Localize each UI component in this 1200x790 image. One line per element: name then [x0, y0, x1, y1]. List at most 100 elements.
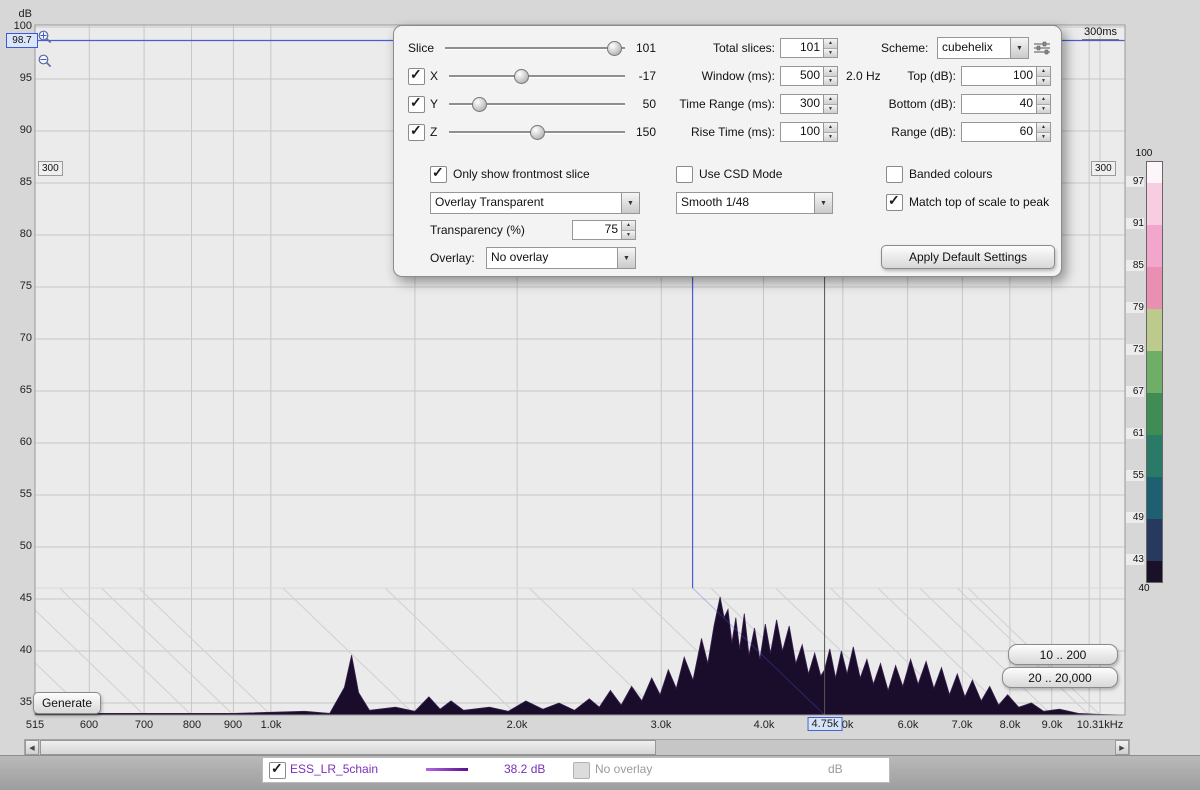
colorbar-segment — [1147, 267, 1162, 309]
overlay-select[interactable]: No overlay — [486, 247, 636, 269]
zoom-y-icon[interactable] — [37, 53, 53, 69]
colorbar-tick-label: 79 — [1126, 302, 1144, 313]
rise-time-value[interactable]: 100 — [781, 123, 823, 141]
csd-mode-checkbox[interactable] — [676, 166, 693, 183]
scroll-left-icon[interactable] — [25, 740, 39, 755]
frontmost-slice-label: Only show frontmost slice — [453, 167, 590, 181]
bottom-db-spinner[interactable]: 40 — [961, 94, 1051, 114]
db-tick-label: 70 — [2, 332, 32, 344]
bottom-db-value[interactable]: 40 — [962, 95, 1036, 113]
transparency-value[interactable]: 75 — [573, 221, 621, 239]
range-db-spinner[interactable]: 60 — [961, 122, 1051, 142]
smoothing-value: Smooth 1/48 — [677, 193, 814, 213]
measurement-checkbox[interactable] — [269, 762, 286, 779]
rise-time-label: Rise Time (ms): — [676, 125, 775, 139]
legend-overlay-checkbox[interactable] — [573, 762, 590, 779]
scrollbar-thumb[interactable] — [40, 740, 656, 755]
db-tick-label: 85 — [2, 176, 32, 188]
bottom-db-label: Bottom (dB): — [881, 97, 956, 111]
scheme-select[interactable]: cubehelix — [937, 37, 1029, 59]
z-axis-checkbox[interactable] — [408, 124, 425, 141]
spinner-up-icon[interactable] — [824, 67, 837, 77]
spinner-down-icon[interactable] — [824, 105, 837, 114]
db-tick-label: 100 — [2, 20, 32, 32]
slider-knob[interactable] — [530, 125, 545, 140]
chevron-down-icon[interactable] — [621, 193, 639, 213]
freq-tick-label: 2.0k — [507, 719, 528, 731]
total-slices-value[interactable]: 101 — [781, 39, 823, 57]
scroll-right-icon[interactable] — [1115, 740, 1129, 755]
colorbar-scale: 97918579736761554943 — [1126, 161, 1164, 581]
spinner-up-icon[interactable] — [622, 221, 635, 231]
slice-value: 101 — [630, 41, 656, 55]
range-bass-button[interactable]: 10 .. 200 — [1008, 644, 1118, 665]
top-db-value[interactable]: 100 — [962, 67, 1036, 85]
slider-track — [449, 75, 625, 77]
banded-colours-checkbox[interactable] — [886, 166, 903, 183]
csd-mode-label: Use CSD Mode — [699, 167, 782, 181]
rise-time-spinner[interactable]: 100 — [780, 122, 838, 142]
z-slider[interactable] — [449, 123, 625, 141]
spinner-down-icon[interactable] — [622, 231, 635, 240]
x-axis-checkbox[interactable] — [408, 68, 425, 85]
slice-slider[interactable] — [445, 39, 625, 57]
legend-unit-label: dB — [828, 762, 843, 776]
time-range-spinner[interactable]: 300 — [780, 94, 838, 114]
frontmost-slice-checkbox[interactable] — [430, 166, 447, 183]
scheme-settings-icon[interactable] — [1033, 41, 1053, 56]
colorbar-tick-label: 55 — [1126, 470, 1144, 481]
horizontal-scrollbar[interactable] — [24, 739, 1130, 756]
range-db-value[interactable]: 60 — [962, 123, 1036, 141]
colorbar-segment — [1147, 183, 1162, 225]
slider-knob[interactable] — [514, 69, 529, 84]
spinner-down-icon[interactable] — [1037, 105, 1050, 114]
total-slices-spinner[interactable]: 101 — [780, 38, 838, 58]
spinner-down-icon[interactable] — [824, 49, 837, 58]
time-axis-left-label: 300 — [38, 161, 63, 176]
smoothing-select[interactable]: Smooth 1/48 — [676, 192, 833, 214]
slider-knob[interactable] — [472, 97, 487, 112]
x-slider[interactable] — [449, 67, 625, 85]
match-top-checkbox[interactable] — [886, 194, 903, 211]
freq-tick-label: 3.0k — [651, 719, 672, 731]
apply-defaults-button[interactable]: Apply Default Settings — [881, 245, 1055, 269]
freq-tick-label: 700 — [135, 719, 153, 731]
window-value[interactable]: 500 — [781, 67, 823, 85]
time-range-value[interactable]: 300 — [781, 95, 823, 113]
spinner-up-icon[interactable] — [824, 95, 837, 105]
spinner-down-icon[interactable] — [1037, 77, 1050, 86]
x-slider-label: X — [430, 69, 444, 83]
spinner-down-icon[interactable] — [824, 133, 837, 142]
window-spinner[interactable]: 500 — [780, 66, 838, 86]
chevron-down-icon[interactable] — [814, 193, 832, 213]
chevron-down-icon[interactable] — [617, 248, 635, 268]
measurement-name[interactable]: ESS_LR_5chain — [290, 762, 378, 776]
range-full-button[interactable]: 20 .. 20,000 — [1002, 667, 1118, 688]
time-axis-right-label: 300 — [1091, 161, 1116, 176]
chevron-down-icon[interactable] — [1010, 38, 1028, 58]
overlay-value: No overlay — [487, 248, 617, 268]
slice-label: Slice — [408, 41, 440, 55]
spinner-up-icon[interactable] — [1037, 123, 1050, 133]
overlay-mode-select[interactable]: Overlay Transparent — [430, 192, 640, 214]
legend-trace-color-line — [426, 768, 468, 771]
scheme-label: Scheme: — [881, 41, 933, 55]
slider-knob[interactable] — [607, 41, 622, 56]
transparency-spinner[interactable]: 75 — [572, 220, 636, 240]
spinner-down-icon[interactable] — [824, 77, 837, 86]
spinner-up-icon[interactable] — [824, 39, 837, 49]
y-slider[interactable] — [449, 95, 625, 113]
generate-button[interactable]: Generate — [33, 692, 101, 714]
spinner-up-icon[interactable] — [1037, 67, 1050, 77]
colorbar-segment — [1147, 393, 1162, 435]
top-db-spinner[interactable]: 100 — [961, 66, 1051, 86]
zoom-x-icon[interactable] — [37, 29, 53, 45]
z-slider-label: Z — [430, 125, 444, 139]
y-axis-checkbox[interactable] — [408, 96, 425, 113]
colorbar-segment — [1147, 561, 1162, 582]
db-tick-label: 80 — [2, 228, 32, 240]
spinner-down-icon[interactable] — [1037, 133, 1050, 142]
spinner-up-icon[interactable] — [824, 123, 837, 133]
freq-tick-label: 1.0k — [261, 719, 282, 731]
spinner-up-icon[interactable] — [1037, 95, 1050, 105]
